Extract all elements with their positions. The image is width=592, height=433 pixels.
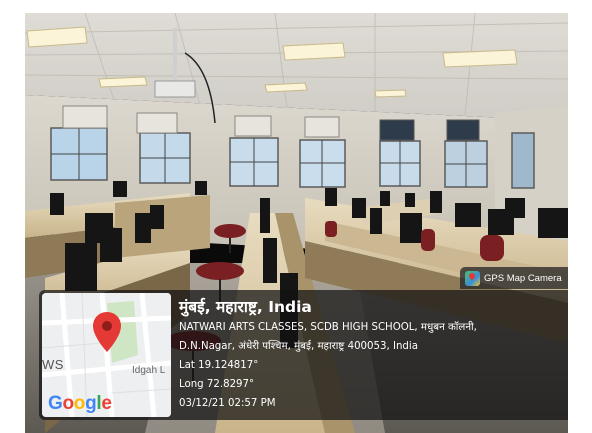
map-pin-icon — [93, 312, 121, 352]
place-title: मुंबई, महाराष्ट्र, India — [179, 298, 312, 316]
photo-frame: GPS Map Camera WS Idgah L Google मुंबई, … — [25, 13, 568, 433]
address-line-1: NATWARI ARTS CLASSES, SCDB HIGH SCHOOL, … — [179, 322, 477, 333]
latitude: Lat 19.124817° — [179, 360, 259, 371]
gps-badge-label: GPS Map Camera — [484, 272, 562, 284]
map-area-label: WS — [42, 357, 64, 372]
gps-map-camera-badge: GPS Map Camera — [460, 267, 568, 289]
location-info: मुंबई, महाराष्ट्र, India NATWARI ARTS CL… — [179, 296, 564, 413]
longitude: Long 72.8297° — [179, 379, 255, 390]
google-logo: Google — [48, 393, 112, 414]
datetime: 03/12/21 02:57 PM — [179, 398, 276, 409]
gps-map-camera-icon — [465, 270, 480, 286]
map-thumbnail: WS Idgah L Google — [42, 293, 171, 417]
address-line-2: D.N.Nagar, अंधेरी पश्चिम, मुंबई, महाराष्… — [179, 341, 418, 352]
map-road-label: Idgah L — [132, 365, 166, 376]
gps-info-card: WS Idgah L Google मुंबई, महाराष्ट्र, Ind… — [39, 290, 568, 420]
